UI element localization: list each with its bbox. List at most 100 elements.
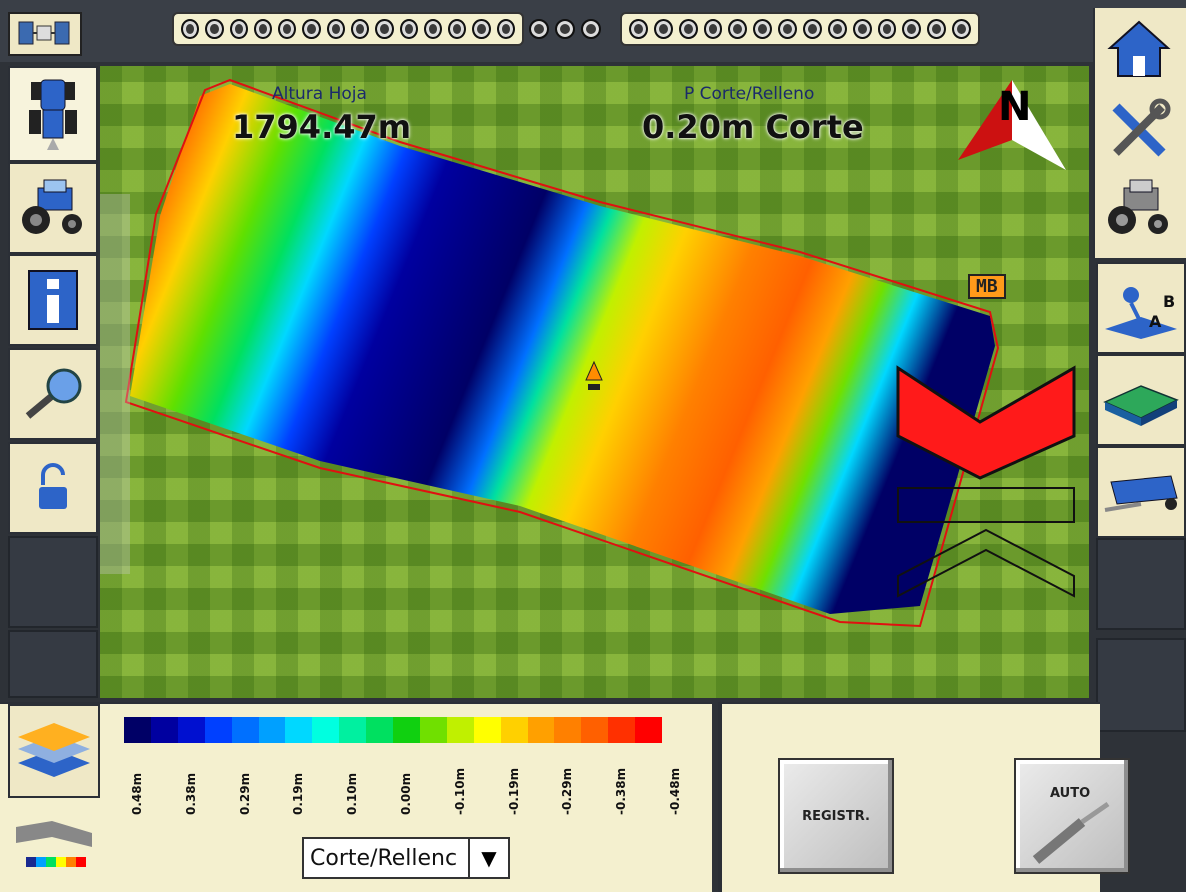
sidebar-empty-slot-1 xyxy=(8,536,98,628)
lightbar-right xyxy=(620,12,980,46)
lightbar-led xyxy=(350,19,370,39)
svg-text:B: B xyxy=(1163,292,1175,311)
tractor-settings-button[interactable] xyxy=(1098,170,1180,246)
sidebar-info-button[interactable] xyxy=(8,254,98,346)
right-empty-slot-2 xyxy=(1096,638,1186,732)
auto-button[interactable]: AUTO xyxy=(1014,758,1130,874)
surface-map-button[interactable] xyxy=(1096,354,1186,446)
cut-fill-map-canvas xyxy=(100,78,1076,628)
lightbar-led xyxy=(181,19,200,39)
unlocked-padlock-icon xyxy=(39,463,67,509)
lightbar-led xyxy=(653,19,673,39)
sidebar-zoom-button[interactable] xyxy=(8,348,98,440)
lightbar-led xyxy=(753,19,773,39)
field-cut-fill-area xyxy=(130,84,995,614)
lightbar-led xyxy=(629,19,648,39)
lightbar-led xyxy=(877,19,897,39)
lightbar-led xyxy=(253,19,273,39)
field-map[interactable]: Altura Hoja 1794.47m P Corte/Relleno 0.2… xyxy=(100,66,1089,698)
lightbar-led xyxy=(205,19,224,39)
cut-fill-value: 0.20m Corte xyxy=(642,108,864,146)
home-button[interactable] xyxy=(1098,14,1180,84)
map-edge-bar xyxy=(100,194,130,574)
lightbar-led xyxy=(703,19,723,39)
home-icon xyxy=(1107,20,1171,77)
legend-swatch xyxy=(419,717,448,743)
cut-fill-profile-button[interactable] xyxy=(8,800,100,886)
legend-swatch xyxy=(231,717,259,743)
legend-label: -0.10m xyxy=(452,767,467,815)
tractor-icon xyxy=(22,179,82,234)
legend-label: 0.29m xyxy=(237,772,252,815)
lightbar-led xyxy=(803,19,822,39)
magnifier-icon xyxy=(25,368,82,419)
lightbar-led xyxy=(852,19,872,39)
lightbar-led xyxy=(423,19,443,39)
settings-button[interactable] xyxy=(1098,92,1180,168)
ab-line-icon: A B xyxy=(1105,287,1177,339)
display-mode-dropdown[interactable]: Corte/Rellenc ▼ xyxy=(302,837,510,879)
sidebar-vehicle-button[interactable] xyxy=(8,162,98,254)
info-icon xyxy=(28,270,78,330)
legend-swatch xyxy=(124,717,152,743)
chevron-down-icon[interactable]: ▼ xyxy=(468,839,508,877)
lightbar-led xyxy=(399,19,418,39)
lightbar-led xyxy=(927,19,947,39)
leaf-height-label: Altura Hoja xyxy=(272,84,367,104)
layers-icon xyxy=(18,723,90,777)
scraper-icon xyxy=(1104,475,1178,512)
legend-swatch xyxy=(393,717,421,743)
legend-label: 0.48m xyxy=(130,772,144,815)
legend-swatch xyxy=(446,717,475,743)
lightbar-led xyxy=(581,19,601,39)
legend-swatch xyxy=(150,717,179,743)
legend-label: 0.19m xyxy=(291,772,306,815)
lightbar-led xyxy=(472,19,491,39)
record-button-label: REGISTR. xyxy=(802,808,870,824)
legend-label: 0.38m xyxy=(183,772,198,815)
svg-text:A: A xyxy=(1149,312,1162,331)
ab-line-button[interactable]: A B xyxy=(1096,262,1186,354)
benchmark-marker[interactable]: MB xyxy=(968,274,1006,299)
lightbar-led xyxy=(448,19,467,39)
layers-button[interactable] xyxy=(8,704,100,798)
gray-tractor-icon xyxy=(1108,179,1168,234)
leaf-height-value: 1794.47m xyxy=(232,108,412,146)
legend-swatch xyxy=(581,717,609,743)
lightbar-led xyxy=(827,19,847,39)
sidebar-lock-button[interactable] xyxy=(8,442,98,534)
legend-swatch xyxy=(339,717,367,743)
lightbar-led xyxy=(952,19,972,39)
tools-icon xyxy=(1112,98,1171,157)
gps-status-button[interactable] xyxy=(8,12,82,56)
legend-swatch xyxy=(635,717,663,743)
terrain-map-icon xyxy=(1103,385,1179,426)
legend-swatch xyxy=(258,717,286,743)
record-button[interactable]: REGISTR. xyxy=(778,758,894,874)
legend-label: -0.29m xyxy=(560,767,575,815)
lightbar-led xyxy=(326,19,345,39)
scraper-implement-button[interactable] xyxy=(1096,446,1186,538)
lightbar-led xyxy=(678,19,698,39)
hydraulic-cylinder-icon xyxy=(1032,801,1110,864)
legend-swatch xyxy=(204,717,233,743)
lightbar-led xyxy=(902,19,922,39)
tractor-top-view-icon xyxy=(29,79,77,150)
legend-swatch xyxy=(285,717,313,743)
right-empty-slot-1 xyxy=(1096,538,1186,630)
lightbar-center xyxy=(526,12,604,46)
lightbar-led xyxy=(555,19,575,39)
sidebar-guidance-button[interactable] xyxy=(8,66,98,162)
legend-swatch xyxy=(177,717,206,743)
legend-swatch xyxy=(608,717,636,743)
legend-swatch xyxy=(473,717,502,743)
cut-fill-label: P Corte/Relleno xyxy=(684,84,815,104)
legend-label: 0.10m xyxy=(345,772,360,815)
legend-swatch xyxy=(312,717,340,743)
lightbar-led xyxy=(302,19,321,39)
legend-swatch xyxy=(500,717,528,743)
compass-north-letter: N xyxy=(998,84,1032,130)
lightbar-led xyxy=(375,19,394,39)
sidebar-empty-slot-2 xyxy=(8,630,98,698)
lightbar-led xyxy=(778,19,798,39)
